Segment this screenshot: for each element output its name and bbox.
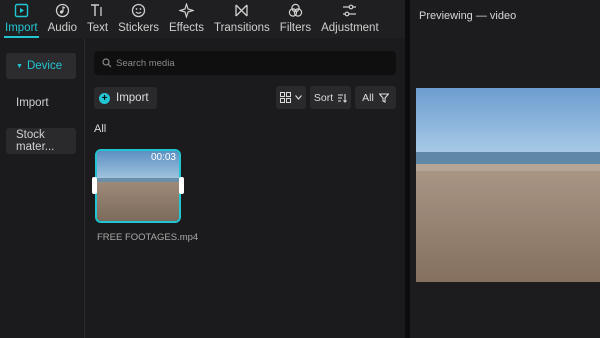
tab-audio-label: Audio <box>47 22 78 34</box>
tab-transitions-label: Transitions <box>213 22 270 34</box>
tab-transitions[interactable]: Transitions <box>209 0 275 38</box>
tab-audio[interactable]: Audio <box>43 0 82 38</box>
tab-effects[interactable]: Effects <box>164 0 209 38</box>
video-preview[interactable] <box>416 88 600 282</box>
sidebar-item-stock-material-label: Stock mater... <box>16 129 55 153</box>
plus-icon: + <box>99 92 110 104</box>
sort-button-label: Sort <box>313 91 334 104</box>
media-panel: Search media + Import Sort All All 00:03… <box>85 38 405 338</box>
text-icon <box>90 3 106 19</box>
tab-text[interactable]: Text <box>82 0 113 38</box>
sidebar-item-stock-material[interactable]: Stock mater... <box>6 128 76 154</box>
right-trim-handle[interactable] <box>179 177 184 194</box>
adjustment-icon <box>342 3 357 19</box>
preview-title: Previewing — video <box>419 10 517 22</box>
tab-filters[interactable]: Filters <box>275 0 316 38</box>
import-button[interactable]: + Import <box>94 87 157 109</box>
preview-panel: Previewing — video <box>410 0 600 338</box>
tab-stickers[interactable]: Stickers <box>113 0 164 38</box>
tab-import-label: Import <box>5 22 38 34</box>
sidebar-item-import[interactable]: Import <box>6 90 76 116</box>
import-icon <box>14 3 29 19</box>
tab-stickers-label: Stickers <box>118 22 160 34</box>
chevron-down-icon <box>295 95 302 100</box>
sidebar-item-import-label: Import <box>16 97 49 109</box>
filter-icon <box>378 92 389 103</box>
clip-duration: 00:03 <box>150 152 176 163</box>
sort-button[interactable]: Sort <box>310 86 351 109</box>
media-clip-thumbnail[interactable]: 00:03 <box>95 149 181 223</box>
left-trim-handle[interactable] <box>92 177 97 194</box>
tab-import[interactable]: Import <box>0 0 43 38</box>
clip-filename: FREE FOOTAGES.mp4 <box>97 232 199 243</box>
import-button-label: Import <box>116 92 149 104</box>
filter-all-button[interactable]: All <box>355 86 396 109</box>
sidebar-item-device[interactable]: ▼ Device <box>6 53 76 79</box>
caret-down-icon: ▼ <box>16 62 23 70</box>
tab-adjustment[interactable]: Adjustment <box>316 0 384 38</box>
tab-text-label: Text <box>87 22 109 34</box>
transitions-icon <box>234 3 249 19</box>
tab-filters-label: Filters <box>279 22 312 34</box>
stickers-icon <box>131 3 146 19</box>
grid-icon <box>280 92 291 103</box>
effects-icon <box>177 1 196 20</box>
filter-all-label: All <box>362 91 374 104</box>
audio-icon <box>55 3 70 19</box>
section-label-all: All <box>94 123 107 135</box>
tab-adjustment-label: Adjustment <box>321 22 379 34</box>
search-icon <box>102 58 112 68</box>
view-mode-button[interactable] <box>276 86 306 109</box>
search-placeholder: Search media <box>116 57 175 69</box>
filters-icon <box>288 3 303 19</box>
sidebar: ▼ Device Import Stock mater... <box>0 38 85 338</box>
tab-effects-label: Effects <box>169 22 204 34</box>
search-input[interactable]: Search media <box>94 51 396 75</box>
sort-icon <box>338 93 348 103</box>
top-toolbar: Import Audio Text Stickers Effects Trans… <box>0 0 405 39</box>
sidebar-item-device-label: Device <box>26 60 63 72</box>
